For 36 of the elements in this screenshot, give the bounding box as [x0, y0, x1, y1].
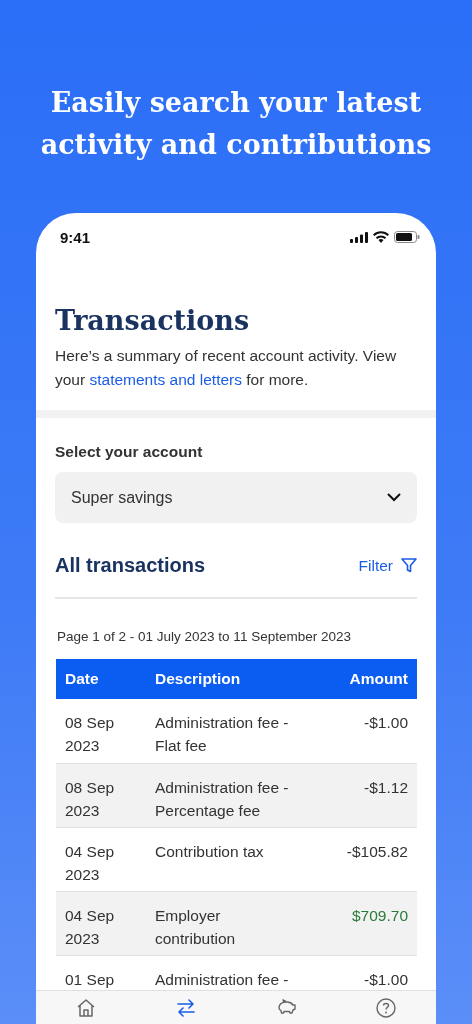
date-range: Page 1 of 2 - 01 July 2023 to 11 September 2023: [57, 629, 352, 644]
filter-button[interactable]: Filter: [358, 556, 417, 575]
tab-button[interactable]: [175, 997, 197, 1019]
column-header: Description: [146, 659, 304, 699]
column-header: Amount: [304, 659, 417, 699]
page-title: Transactions: [55, 305, 251, 336]
intro-text: Here’s a summary of recent account activity. View your statements and letters for more.: [55, 346, 398, 390]
section-title: All transactions: [55, 554, 206, 577]
table-cell: -$1.00: [304, 699, 417, 763]
table-cell: Contribution tax: [146, 827, 304, 891]
table-cell: Administration fee - Percentage fee: [146, 763, 304, 827]
table-cell: 04 Sep 2023: [56, 891, 146, 955]
tab-button[interactable]: [375, 997, 397, 1019]
battery-icon: [394, 231, 420, 243]
table-cell: 08 Sep 2023: [56, 763, 146, 827]
arrows-icon: [175, 997, 197, 1019]
chevron-down-icon: [387, 493, 401, 502]
table-cell: Employer contribution: [146, 891, 304, 955]
help-icon: [375, 997, 397, 1019]
table-cell: $709.70: [304, 891, 417, 955]
table-cell: Administration fee - Flat fee: [146, 699, 304, 763]
status-time: 9:41: [60, 228, 91, 246]
column-header: Date: [56, 659, 146, 699]
table-cell: 04 Sep 2023: [56, 827, 146, 891]
table-cell: -$1.12: [304, 763, 417, 827]
wifi-icon: [373, 231, 389, 243]
headline: Easily search your latest activity and contributions: [39, 86, 433, 162]
statements-link[interactable]: statements and letters: [89, 371, 242, 388]
field-label: Select your account: [55, 443, 204, 461]
tab-button[interactable]: [75, 997, 97, 1019]
table-cell: 08 Sep 2023: [56, 699, 146, 763]
table-cell: -$105.82: [304, 827, 417, 891]
filter-icon: [401, 558, 417, 573]
account-dropdown[interactable]: Super savings: [55, 472, 417, 523]
signal-icon: [350, 231, 368, 243]
home-icon: [75, 997, 97, 1019]
